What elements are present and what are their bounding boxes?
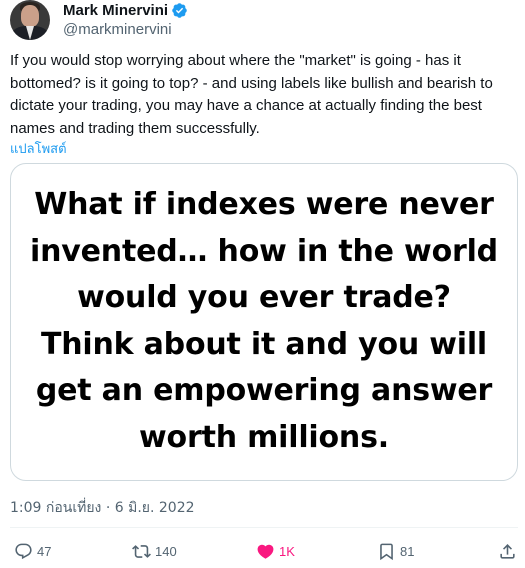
tweet-timestamp[interactable]: 1:09 ก่อนเที่ยง · 6 มิ.ย. 2022 [10,497,195,519]
reply-icon [14,542,33,561]
retweet-count: 140 [155,543,177,559]
action-bar: 47 140 1K 81 [10,538,518,564]
tweet-header: Mark Minervini @markminervini [10,0,188,42]
verified-badge-icon[interactable] [171,2,188,19]
media-line: What if indexes were never [34,187,494,222]
avatar[interactable] [10,0,50,40]
author-display-name[interactable]: Mark Minervini [63,2,168,19]
media-line: invented… how in the world [30,233,498,269]
share-icon [498,542,517,561]
translate-post-link[interactable]: แปลโพสต์ [10,138,67,159]
heart-icon [256,542,275,561]
media-image-text: What if indexes were never invented… how… [11,182,517,461]
tweet: Mark Minervini @markminervini If you wou… [0,0,525,568]
retweet-icon [132,542,151,561]
media-line: get an empowering answer [35,373,493,408]
author-info: Mark Minervini @markminervini [63,1,188,39]
bookmark-count: 81 [400,543,415,559]
bookmark-icon [377,542,396,561]
name-row: Mark Minervini [63,1,188,20]
retweet-button[interactable]: 140 [132,538,177,564]
bookmark-button[interactable]: 81 [377,538,414,564]
like-button[interactable]: 1K [256,538,295,564]
media-line: would you ever trade? [77,280,451,315]
share-button[interactable] [498,538,517,564]
author-handle[interactable]: @markminervini [63,20,188,39]
media-line: worth millions. [139,419,389,455]
media-line: Think about it and you will [40,326,488,362]
like-count: 1K [279,543,295,559]
reply-button[interactable]: 47 [14,538,51,564]
tweet-media-image[interactable]: What if indexes were never invented… how… [10,163,518,481]
tweet-text: If you would stop worrying about where t… [10,52,493,137]
reply-count: 47 [37,543,52,559]
divider [10,527,518,528]
